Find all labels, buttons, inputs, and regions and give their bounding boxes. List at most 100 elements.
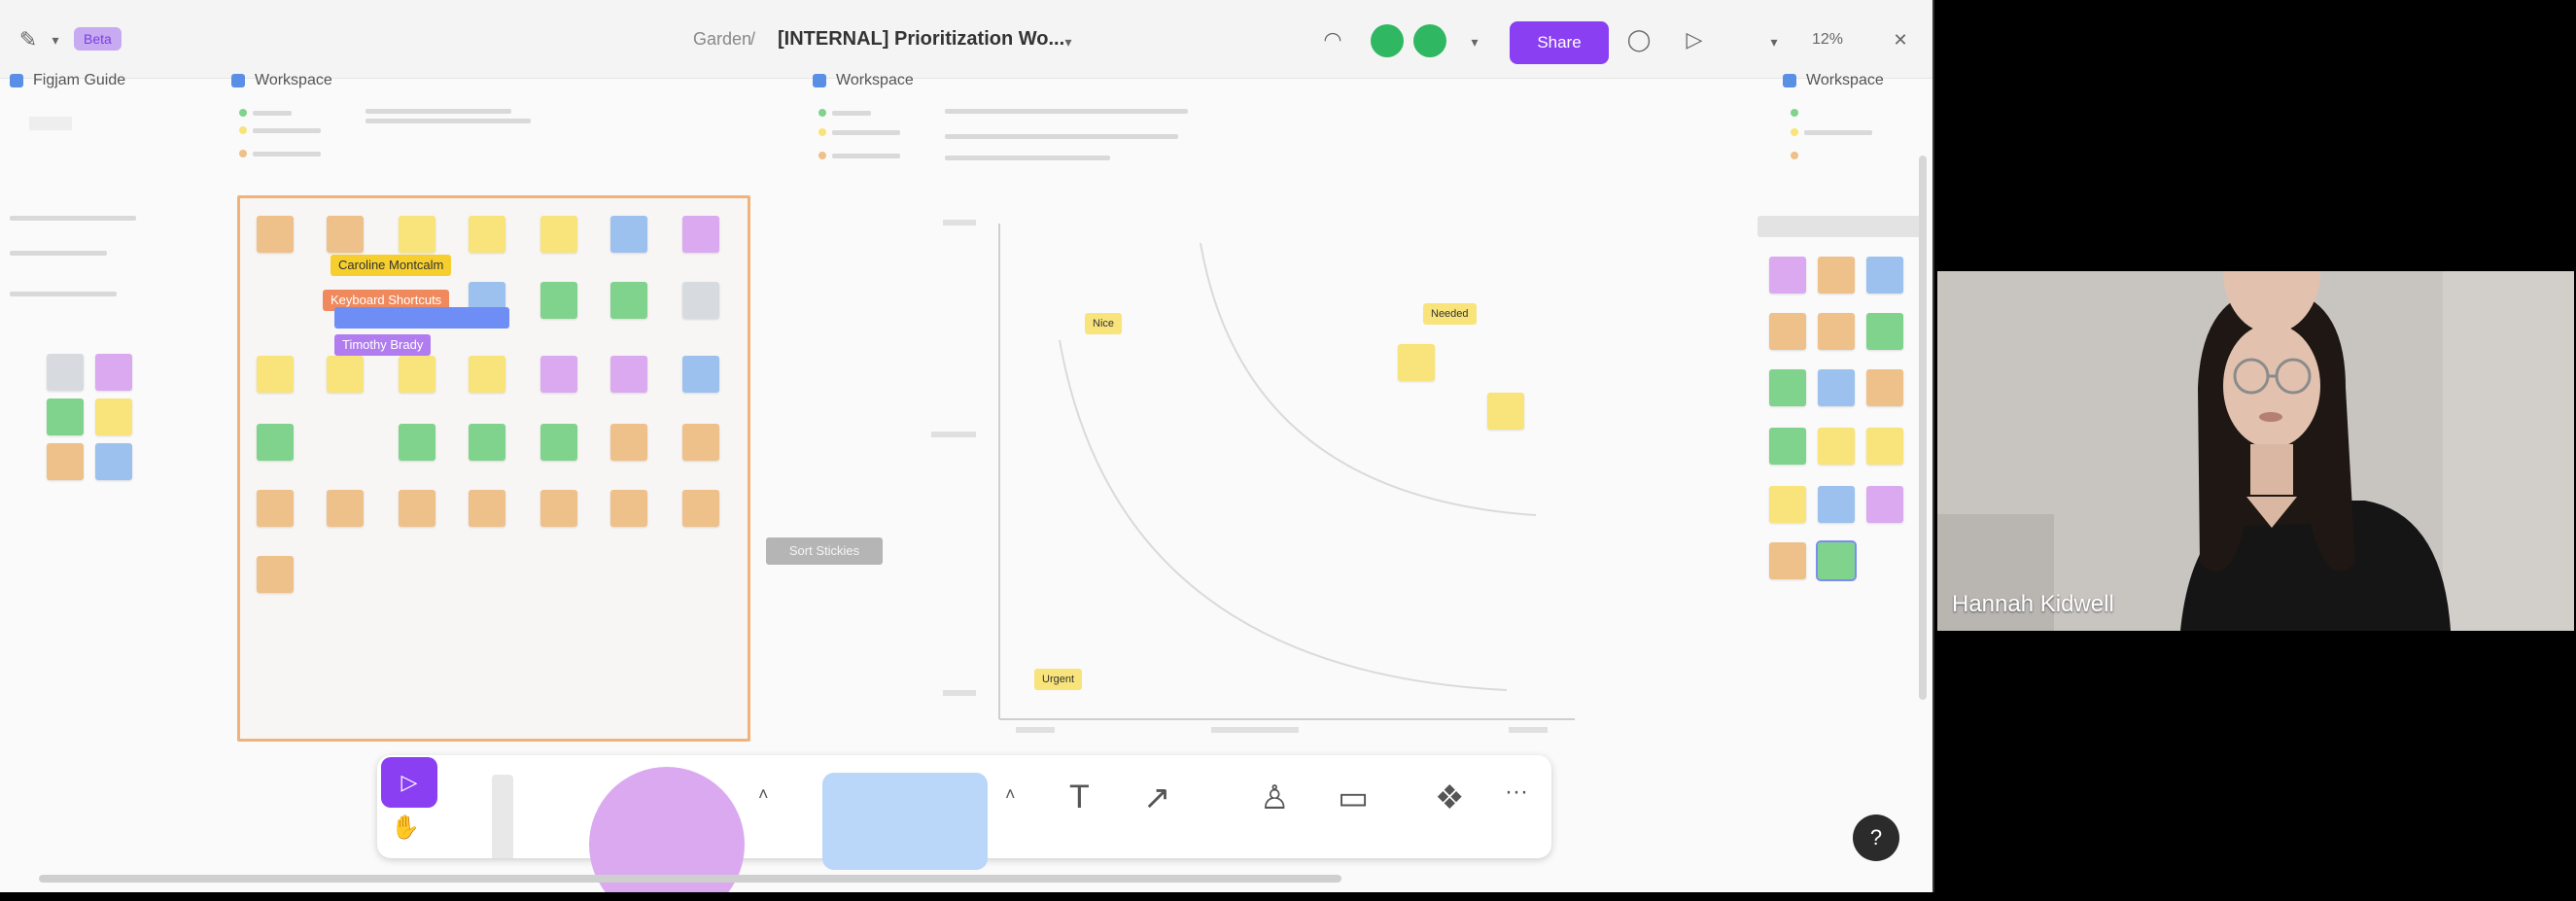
zoom-level[interactable]: 12%	[1812, 31, 1843, 49]
marker-tool-icon[interactable]	[492, 775, 513, 858]
avatar[interactable]	[1413, 24, 1446, 57]
section-tool-icon[interactable]: ▭	[1338, 779, 1369, 817]
sticky-note[interactable]	[540, 356, 577, 393]
sticky-note[interactable]	[399, 216, 435, 253]
sticky-note[interactable]	[1769, 428, 1806, 465]
breadcrumb[interactable]: Garden	[693, 29, 751, 50]
sticky-note[interactable]	[257, 424, 294, 461]
close-icon[interactable]: ✕	[1888, 27, 1913, 52]
legend-dot	[239, 109, 247, 117]
sticky-note[interactable]	[257, 216, 294, 253]
hand-tool-icon[interactable]: ✋	[391, 814, 420, 842]
chevron-up-icon[interactable]: ˄	[1005, 784, 1016, 805]
chevron-up-icon[interactable]: ˄	[758, 784, 769, 805]
sticky-note[interactable]	[327, 490, 364, 527]
horizontal-scrollbar[interactable]	[39, 875, 1341, 883]
sticky-note[interactable]	[682, 216, 719, 253]
sticky-note[interactable]	[257, 490, 294, 527]
chart-label[interactable]: Urgent	[1034, 669, 1083, 690]
sticky-note[interactable]	[1769, 313, 1806, 350]
sticky-note[interactable]	[1769, 369, 1806, 406]
components-icon[interactable]: ❖	[1435, 779, 1464, 817]
sticky-note[interactable]	[95, 443, 132, 480]
sticky-note[interactable]	[47, 399, 84, 435]
sticky-note[interactable]	[1769, 542, 1806, 579]
stamp-tool-icon[interactable]: ♙	[1260, 779, 1289, 817]
sticky-note[interactable]	[682, 356, 719, 393]
sticky-note[interactable]	[1818, 257, 1855, 294]
sticky-note[interactable]	[399, 490, 435, 527]
chevron-down-icon[interactable]: ▾	[43, 27, 68, 52]
file-title[interactable]: [INTERNAL] Prioritization Wo...	[778, 28, 1064, 51]
sticky-note[interactable]	[1866, 257, 1903, 294]
more-icon[interactable]: ···	[1505, 779, 1528, 806]
sticky-note[interactable]	[1769, 486, 1806, 523]
sticky-note[interactable]	[469, 490, 505, 527]
chart-label[interactable]: Needed	[1423, 303, 1477, 325]
sticky-note[interactable]	[95, 399, 132, 435]
sticky-note[interactable]	[1816, 540, 1857, 581]
sticky-note[interactable]	[47, 443, 84, 480]
figjam-menu-icon[interactable]: ✎	[16, 27, 41, 52]
section-icon	[10, 74, 23, 87]
section-icon	[813, 74, 826, 87]
sticky-note[interactable]	[327, 216, 364, 253]
frame-header	[1758, 216, 1923, 237]
sticky-note[interactable]	[610, 424, 647, 461]
sticky-note[interactable]	[610, 282, 647, 319]
sticky-tool[interactable]	[822, 773, 988, 870]
sticky-note[interactable]	[1866, 369, 1903, 406]
sticky-note[interactable]	[540, 424, 577, 461]
avatar[interactable]	[1371, 24, 1404, 57]
chevron-down-icon[interactable]: ▾	[1761, 29, 1787, 54]
sticky-note[interactable]	[1818, 369, 1855, 406]
help-button[interactable]: ?	[1853, 814, 1899, 861]
sticky-note[interactable]	[1866, 313, 1903, 350]
vertical-scrollbar[interactable]	[1919, 156, 1927, 700]
sticky-note[interactable]	[1769, 257, 1806, 294]
sticky-frame[interactable]	[237, 195, 750, 742]
sticky-note[interactable]	[469, 216, 505, 253]
sticky-note[interactable]	[540, 216, 577, 253]
chevron-down-icon[interactable]: ▾	[1056, 29, 1081, 54]
sticky-note[interactable]	[469, 424, 505, 461]
sticky-note[interactable]	[327, 356, 364, 393]
present-icon[interactable]: ▷	[1682, 27, 1707, 52]
sticky-note[interactable]	[540, 490, 577, 527]
sticky-note[interactable]	[257, 556, 294, 593]
sticky-note[interactable]	[257, 356, 294, 393]
sort-stickies-label[interactable]: Sort Stickies	[766, 537, 883, 565]
headphones-icon[interactable]: ◠	[1320, 27, 1345, 52]
sticky-note[interactable]	[682, 490, 719, 527]
sticky-note[interactable]	[540, 282, 577, 319]
share-button[interactable]: Share	[1510, 21, 1609, 64]
shape-tool[interactable]	[589, 767, 745, 892]
sticky-note[interactable]	[610, 490, 647, 527]
sticky-note[interactable]	[469, 356, 505, 393]
section-title: Workspace	[255, 72, 332, 88]
comment-icon[interactable]: ◯	[1626, 27, 1652, 52]
sticky-note[interactable]	[399, 356, 435, 393]
section-title: Figjam Guide	[33, 72, 126, 88]
text-tool-icon[interactable]: T	[1069, 779, 1090, 816]
sticky-note[interactable]	[1866, 428, 1903, 465]
sticky-note[interactable]	[610, 216, 647, 253]
sticky-note[interactable]	[1866, 486, 1903, 523]
sticky-note[interactable]	[1818, 428, 1855, 465]
sticky-note[interactable]	[1818, 313, 1855, 350]
sticky-note[interactable]	[399, 424, 435, 461]
sticky-note[interactable]	[1818, 486, 1855, 523]
chevron-down-icon[interactable]: ▾	[1462, 29, 1487, 54]
sticky-note[interactable]	[682, 424, 719, 461]
sticky-note[interactable]	[95, 354, 132, 391]
sticky-note[interactable]	[1398, 344, 1435, 381]
sticky-note[interactable]	[1487, 393, 1524, 430]
sticky-note[interactable]	[610, 356, 647, 393]
select-tool[interactable]: ▷	[381, 757, 437, 808]
chart-label[interactable]: Nice	[1085, 313, 1123, 334]
legend-dot	[239, 126, 247, 134]
sticky-note[interactable]	[682, 282, 719, 319]
curve	[1059, 339, 1508, 691]
sticky-note[interactable]	[47, 354, 84, 391]
connector-tool-icon[interactable]: ↗	[1143, 779, 1171, 817]
